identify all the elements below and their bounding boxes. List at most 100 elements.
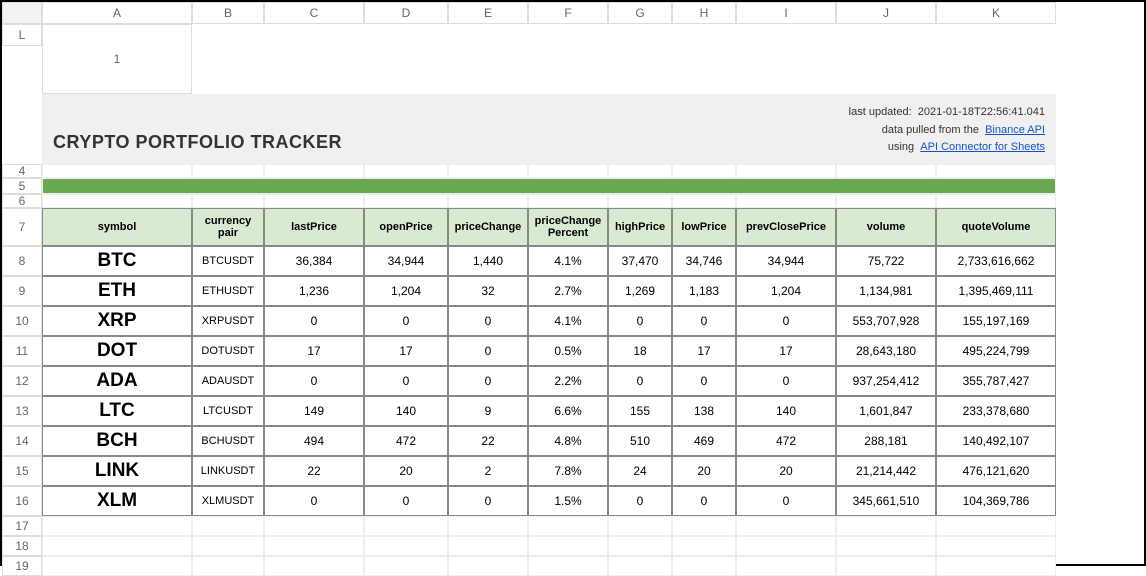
data-cell[interactable]: 1,134,981 <box>836 276 936 306</box>
data-cell[interactable]: BTCUSDT <box>192 246 264 276</box>
empty-cell[interactable] <box>672 556 736 576</box>
data-cell[interactable]: 937,254,412 <box>836 366 936 396</box>
empty-cell[interactable] <box>42 556 192 576</box>
empty-cell[interactable] <box>836 516 936 536</box>
data-cell[interactable]: 0 <box>364 306 448 336</box>
empty-cell[interactable] <box>364 536 448 556</box>
data-cell[interactable]: 34,944 <box>736 246 836 276</box>
data-cell[interactable]: 355,787,427 <box>936 366 1056 396</box>
data-cell[interactable]: 0 <box>264 366 364 396</box>
empty-cell[interactable] <box>448 194 528 208</box>
empty-cell[interactable] <box>672 194 736 208</box>
data-cell[interactable]: 1,183 <box>672 276 736 306</box>
table-header[interactable]: prevClosePrice <box>736 208 836 246</box>
data-cell[interactable]: 0 <box>672 306 736 336</box>
api-connector-link[interactable]: API Connector for Sheets <box>920 141 1045 153</box>
data-cell[interactable]: 0 <box>364 366 448 396</box>
empty-cell[interactable] <box>364 556 448 576</box>
row-header-10[interactable]: 10 <box>2 306 42 336</box>
data-cell[interactable]: 1,440 <box>448 246 528 276</box>
data-cell[interactable]: 1,204 <box>364 276 448 306</box>
data-cell[interactable]: 104,369,786 <box>936 486 1056 516</box>
data-cell[interactable]: 37,470 <box>608 246 672 276</box>
row-header-5[interactable]: 5 <box>2 178 42 194</box>
table-header[interactable]: volume <box>836 208 936 246</box>
data-cell[interactable]: 20 <box>736 456 836 486</box>
empty-cell[interactable] <box>608 556 672 576</box>
data-cell[interactable]: 140,492,107 <box>936 426 1056 456</box>
data-cell[interactable]: 140 <box>736 396 836 426</box>
table-header[interactable]: symbol <box>42 208 192 246</box>
data-cell[interactable]: XRPUSDT <box>192 306 264 336</box>
col-header-B[interactable]: B <box>192 2 264 24</box>
data-cell[interactable]: 1.5% <box>528 486 608 516</box>
data-cell[interactable]: 345,661,510 <box>836 486 936 516</box>
empty-cell[interactable] <box>192 194 264 208</box>
table-header[interactable]: priceChange <box>448 208 528 246</box>
empty-cell[interactable] <box>936 516 1056 536</box>
empty-cell[interactable] <box>736 194 836 208</box>
empty-cell[interactable] <box>936 164 1056 178</box>
empty-cell[interactable] <box>192 556 264 576</box>
row-header-15[interactable]: 15 <box>2 456 42 486</box>
table-header[interactable]: lastPrice <box>264 208 364 246</box>
row-header-4[interactable]: 4 <box>2 164 42 178</box>
data-cell[interactable]: 155,197,169 <box>936 306 1056 336</box>
data-cell[interactable]: 0 <box>608 306 672 336</box>
data-cell[interactable]: 28,643,180 <box>836 336 936 366</box>
data-cell[interactable]: 155 <box>608 396 672 426</box>
empty-cell[interactable] <box>608 194 672 208</box>
data-cell[interactable]: 22 <box>448 426 528 456</box>
col-header-L[interactable]: L <box>2 24 42 46</box>
data-cell[interactable]: 0 <box>672 486 736 516</box>
empty-cell[interactable] <box>42 194 192 208</box>
table-header[interactable]: lowPrice <box>672 208 736 246</box>
data-cell[interactable]: 0 <box>736 366 836 396</box>
data-cell[interactable]: 233,378,680 <box>936 396 1056 426</box>
data-cell[interactable]: ADAUSDT <box>192 366 264 396</box>
empty-cell[interactable] <box>42 516 192 536</box>
data-cell[interactable]: 0 <box>448 366 528 396</box>
table-header[interactable]: quoteVolume <box>936 208 1056 246</box>
row-header-8[interactable]: 8 <box>2 246 42 276</box>
binance-link[interactable]: Binance API <box>985 124 1045 136</box>
symbol-cell[interactable]: LINK <box>42 456 192 486</box>
data-cell[interactable]: 1,204 <box>736 276 836 306</box>
data-cell[interactable]: 17 <box>672 336 736 366</box>
data-cell[interactable]: 140 <box>364 396 448 426</box>
empty-cell[interactable] <box>448 556 528 576</box>
empty-cell[interactable] <box>364 164 448 178</box>
empty-cell[interactable] <box>42 164 192 178</box>
empty-cell[interactable] <box>528 536 608 556</box>
table-header[interactable]: priceChange Percent <box>528 208 608 246</box>
data-cell[interactable]: 2 <box>448 456 528 486</box>
data-cell[interactable]: 0 <box>736 486 836 516</box>
row-header-16[interactable]: 16 <box>2 486 42 516</box>
symbol-cell[interactable]: XRP <box>42 306 192 336</box>
symbol-cell[interactable]: XLM <box>42 486 192 516</box>
data-cell[interactable]: 2.2% <box>528 366 608 396</box>
empty-cell[interactable] <box>608 164 672 178</box>
table-header[interactable]: openPrice <box>364 208 448 246</box>
data-cell[interactable]: 9 <box>448 396 528 426</box>
data-cell[interactable]: LINKUSDT <box>192 456 264 486</box>
empty-cell[interactable] <box>264 516 364 536</box>
data-cell[interactable]: 17 <box>364 336 448 366</box>
data-cell[interactable]: 6.6% <box>528 396 608 426</box>
symbol-cell[interactable]: DOT <box>42 336 192 366</box>
symbol-cell[interactable]: LTC <box>42 396 192 426</box>
data-cell[interactable]: 22 <box>264 456 364 486</box>
data-cell[interactable]: 0.5% <box>528 336 608 366</box>
empty-cell[interactable] <box>528 516 608 536</box>
empty-cell[interactable] <box>528 194 608 208</box>
empty-cell[interactable] <box>672 516 736 536</box>
empty-cell[interactable] <box>448 516 528 536</box>
data-cell[interactable]: 472 <box>736 426 836 456</box>
empty-cell[interactable] <box>936 556 1056 576</box>
empty-cell[interactable] <box>364 194 448 208</box>
data-cell[interactable]: 2,733,616,662 <box>936 246 1056 276</box>
data-cell[interactable]: 17 <box>736 336 836 366</box>
data-cell[interactable]: 0 <box>672 366 736 396</box>
data-cell[interactable]: XLMUSDT <box>192 486 264 516</box>
data-cell[interactable]: 0 <box>608 366 672 396</box>
